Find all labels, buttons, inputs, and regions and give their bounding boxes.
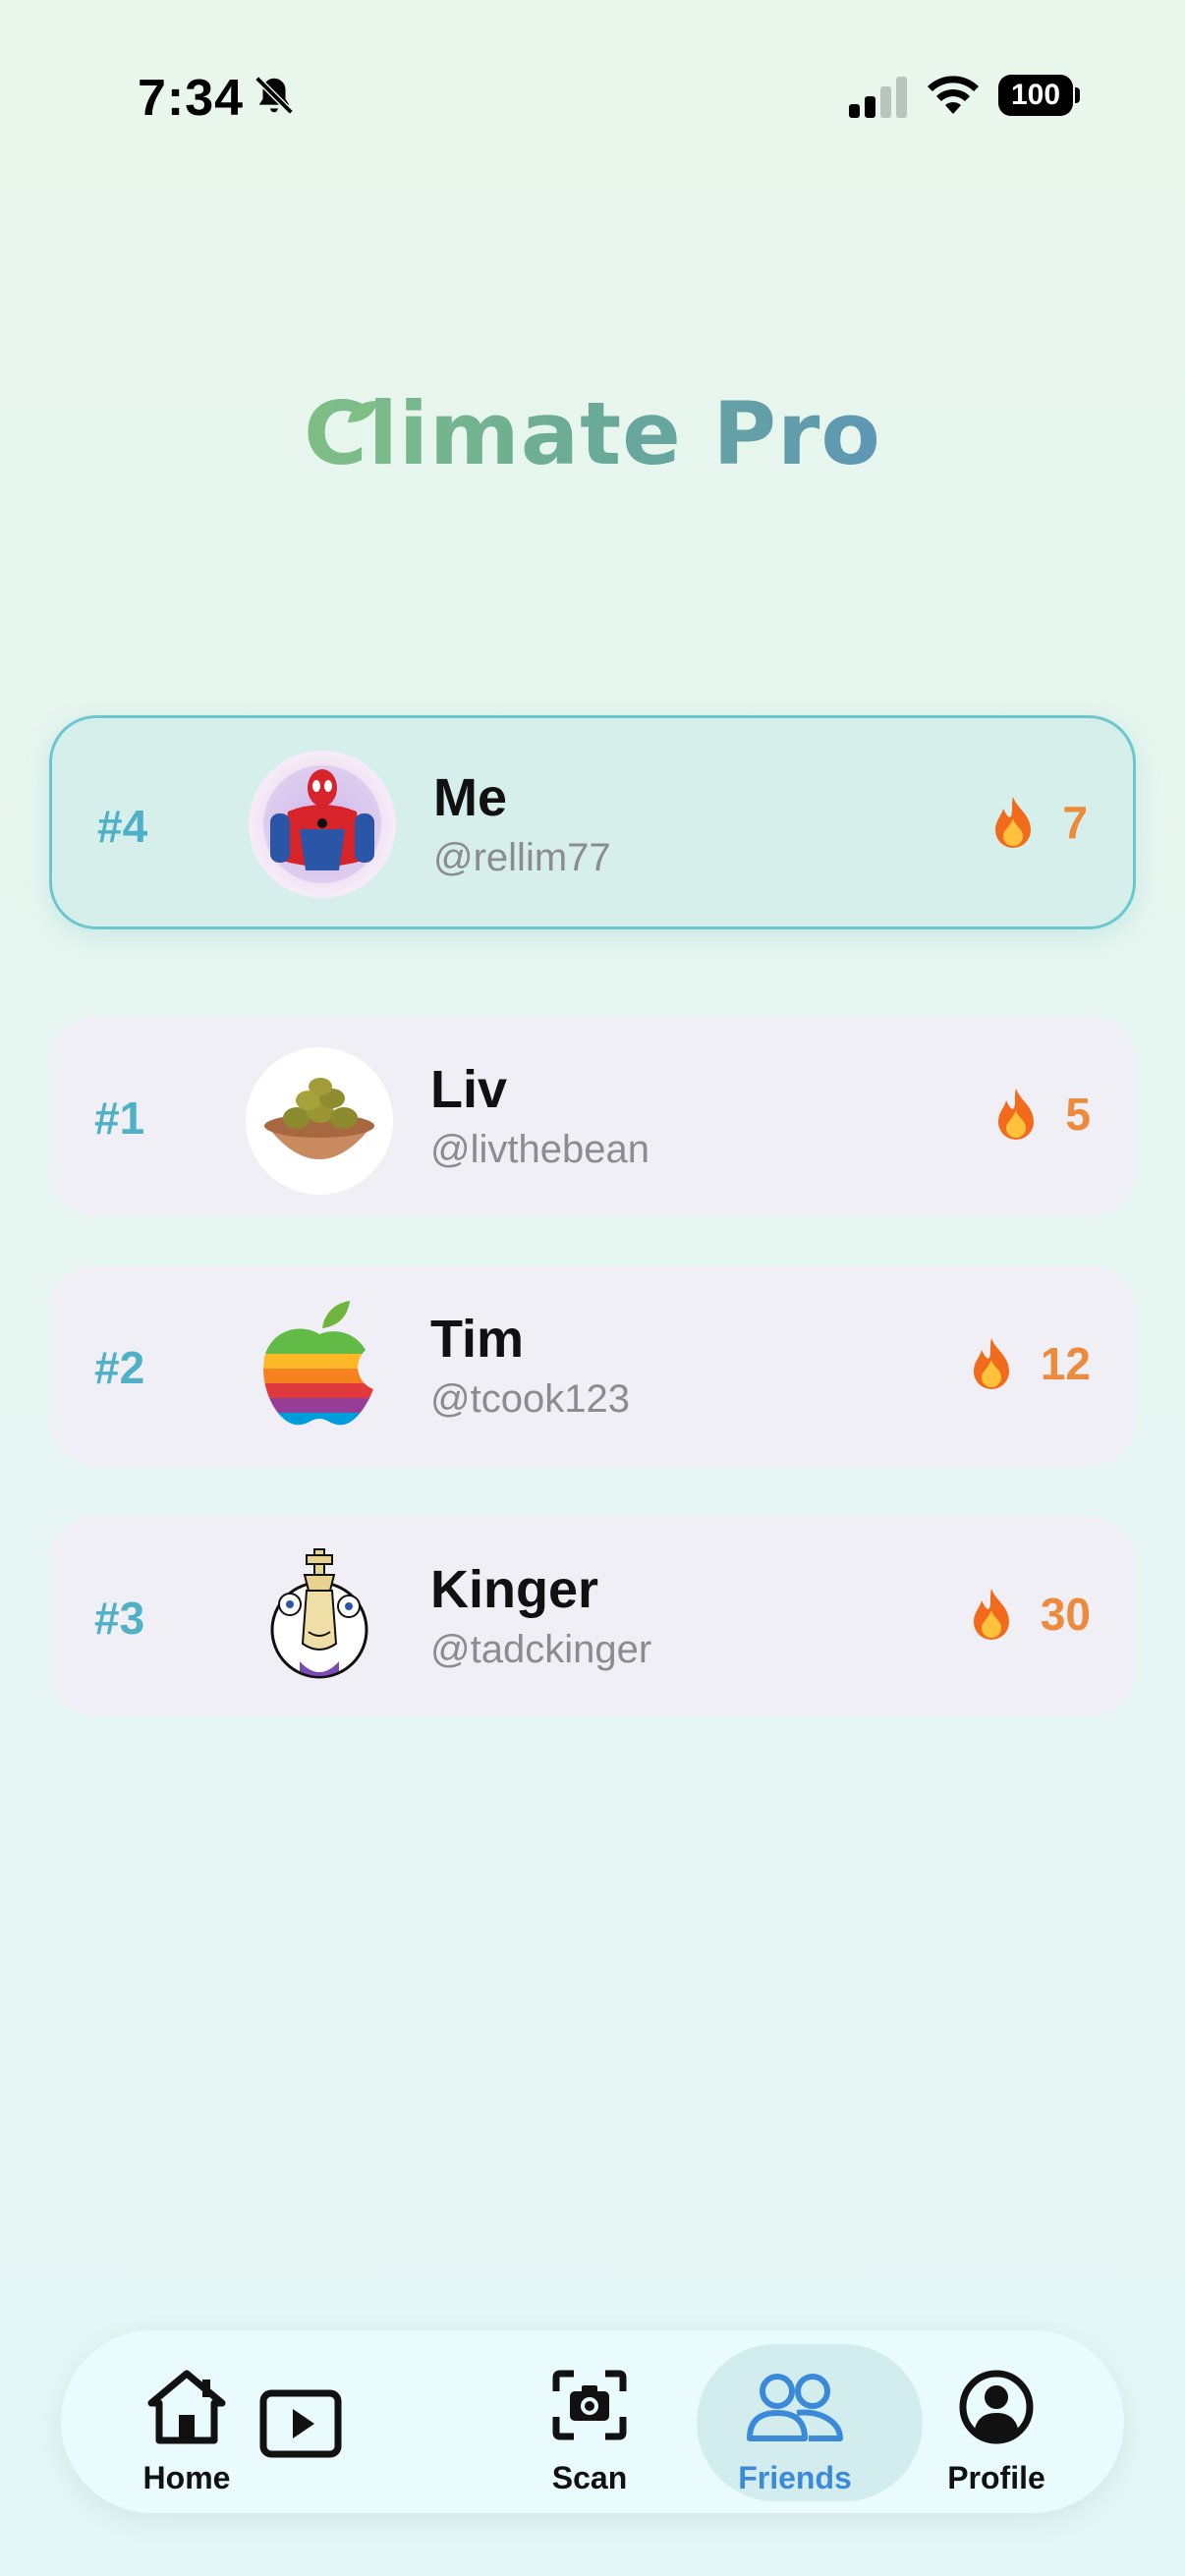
friend-name: Me: [433, 768, 508, 827]
friend-card[interactable]: #3 Kinger @tadckinger 30: [49, 1516, 1136, 1716]
streak-count: 30: [968, 1587, 1091, 1642]
tab-label: Profile: [947, 2460, 1045, 2495]
silent-bell-icon: [254, 76, 294, 115]
rank-label: #3: [94, 1593, 145, 1644]
avatar: [246, 1545, 393, 1693]
app-logo: Climate Pro: [0, 383, 1185, 484]
avatar: [246, 1047, 393, 1195]
play-icon: [259, 2389, 342, 2458]
friends-icon: [747, 2374, 843, 2441]
my-rank-card[interactable]: #4 Me @rellim77 7: [49, 715, 1136, 929]
friend-handle: @tadckinger: [430, 1628, 652, 1671]
profile-icon: [959, 2370, 1034, 2444]
rank-label: #1: [94, 1092, 145, 1144]
bottom-tab-bar: Home Scan Friends Profile: [61, 2330, 1124, 2513]
chess-king-avatar-icon: [270, 1548, 368, 1679]
rank-label: #4: [97, 801, 148, 852]
friend-card[interactable]: #2 Tim @tcook123 12: [49, 1265, 1136, 1466]
fire-icon: [998, 1089, 1035, 1140]
signal-icon: [849, 77, 907, 118]
friend-name: Liv: [430, 1060, 508, 1119]
streak-value: 12: [1040, 1338, 1091, 1389]
tab-label: Scan: [551, 2460, 628, 2495]
status-time: 7:34: [138, 70, 245, 127]
status-bar: 7:34 100: [0, 0, 1185, 196]
camera-scan-icon: [552, 2370, 627, 2440]
battery-indicator: 100: [998, 75, 1081, 116]
fire-icon: [973, 1338, 1009, 1389]
leaf-icon: [348, 401, 377, 422]
avatar: [246, 1295, 393, 1442]
friend-handle: @tcook123: [430, 1377, 630, 1421]
spiderman-avatar-icon: [263, 765, 381, 883]
streak-count: 5: [992, 1087, 1091, 1142]
tab-scan[interactable]: Scan: [501, 2330, 678, 2513]
friend-card[interactable]: #1 Liv @livthebean 5: [49, 1016, 1136, 1216]
olives-avatar-icon: [264, 1078, 374, 1159]
battery-level: 100: [998, 75, 1073, 116]
streak-value: 30: [1040, 1589, 1091, 1640]
tab-label: Friends: [738, 2460, 852, 2495]
tab-friends[interactable]: Friends: [697, 2330, 923, 2513]
streak-count: 12: [968, 1336, 1091, 1391]
tab-profile[interactable]: Profile: [908, 2330, 1085, 2513]
wifi-icon: [928, 76, 979, 114]
app-title: Climate Pro: [304, 383, 881, 484]
friend-name: Kinger: [430, 1560, 599, 1619]
fire-icon: [995, 797, 1032, 848]
friend-handle: @livthebean: [430, 1128, 649, 1171]
streak-count: 7: [989, 795, 1088, 850]
streak-value: 7: [1062, 797, 1088, 848]
fire-icon: [973, 1589, 1009, 1640]
tab-videos[interactable]: [202, 2330, 399, 2513]
friend-name: Tim: [430, 1310, 525, 1369]
avatar: [249, 751, 396, 898]
apple-logo-icon: [263, 1301, 373, 1426]
friend-handle: @rellim77: [433, 836, 611, 879]
rank-label: #2: [94, 1342, 145, 1393]
streak-value: 5: [1065, 1089, 1091, 1140]
